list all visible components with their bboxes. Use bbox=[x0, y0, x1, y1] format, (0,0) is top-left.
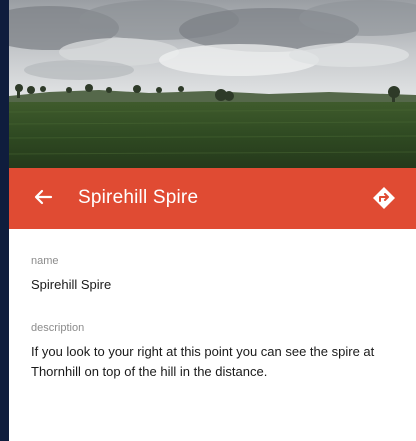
header-photo bbox=[9, 0, 416, 168]
name-field: name Spirehill Spire bbox=[31, 255, 401, 295]
name-value: Spirehill Spire bbox=[31, 277, 112, 292]
window-edge bbox=[0, 0, 9, 441]
detail-content: name Spirehill Spire description If you … bbox=[31, 255, 401, 382]
screen: Spirehill Spire name Spirehill Spire des… bbox=[0, 0, 416, 441]
arrow-back-icon bbox=[34, 189, 53, 205]
description-field: description If you look to your right at… bbox=[31, 322, 401, 382]
name-label: name bbox=[31, 255, 59, 267]
description-value: If you look to your right at this point … bbox=[31, 344, 375, 379]
page-title: Spirehill Spire bbox=[78, 187, 199, 208]
directions-icon bbox=[373, 187, 395, 209]
app-bar: Spirehill Spire bbox=[9, 168, 416, 229]
description-label: description bbox=[31, 322, 85, 334]
back-button[interactable] bbox=[29, 183, 57, 211]
directions-button[interactable] bbox=[370, 184, 398, 212]
